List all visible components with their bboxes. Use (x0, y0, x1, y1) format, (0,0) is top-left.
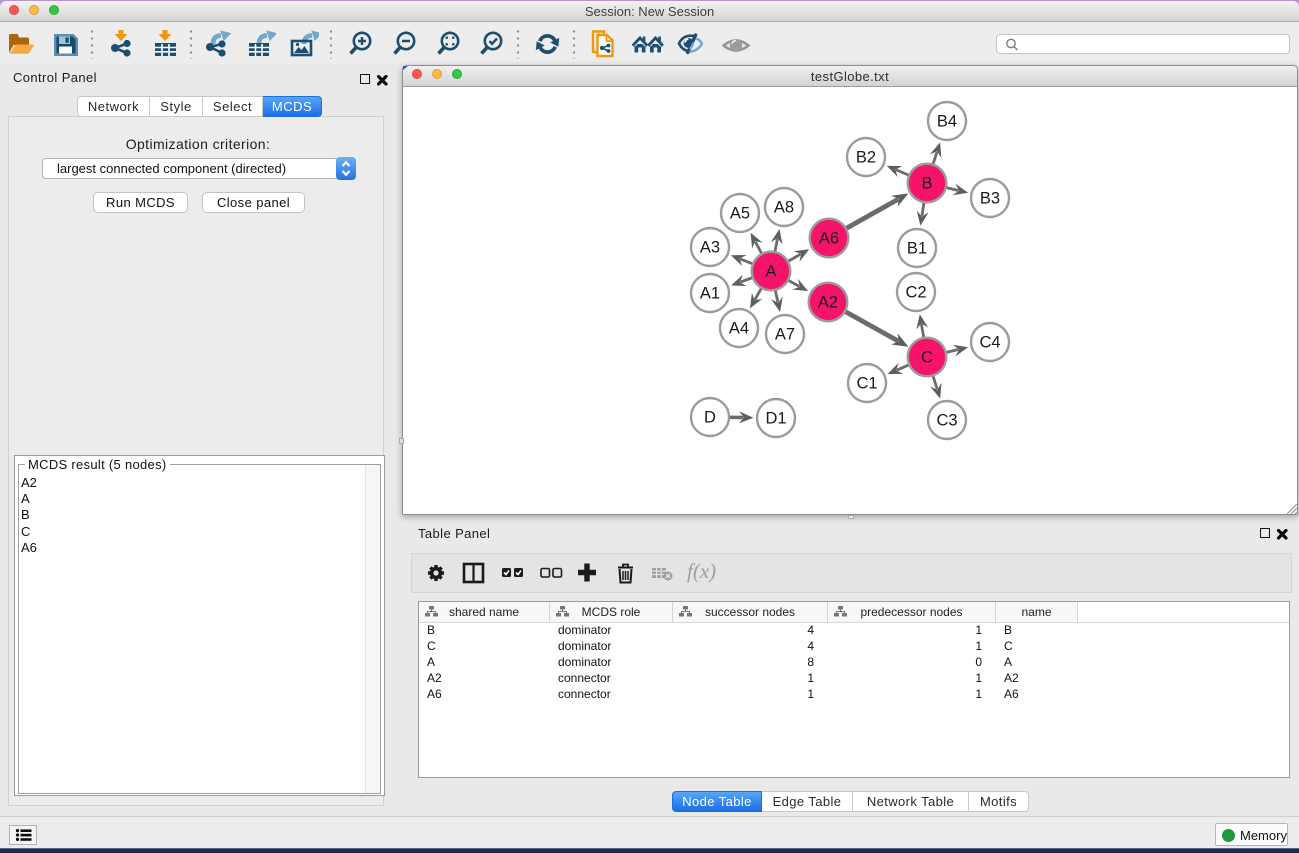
svg-text:A6: A6 (819, 230, 839, 248)
svg-text:A3: A3 (700, 239, 720, 257)
svg-text:A8: A8 (774, 199, 794, 217)
svg-text:A: A (765, 263, 776, 281)
svg-text:B: B (921, 175, 932, 193)
svg-text:A1: A1 (700, 285, 720, 303)
svg-text:A2: A2 (818, 294, 838, 312)
svg-text:B3: B3 (980, 190, 1000, 208)
svg-text:C4: C4 (979, 334, 1000, 352)
svg-text:B4: B4 (937, 113, 957, 131)
svg-text:B1: B1 (907, 240, 927, 258)
svg-text:D1: D1 (765, 410, 786, 428)
svg-text:A4: A4 (729, 320, 749, 338)
svg-text:B2: B2 (856, 149, 876, 167)
svg-text:A5: A5 (730, 205, 750, 223)
svg-text:C: C (921, 349, 933, 367)
svg-text:D: D (704, 409, 716, 427)
svg-text:C3: C3 (936, 412, 957, 430)
svg-text:A7: A7 (775, 326, 795, 344)
svg-text:C1: C1 (856, 375, 877, 393)
svg-text:C2: C2 (905, 284, 926, 302)
